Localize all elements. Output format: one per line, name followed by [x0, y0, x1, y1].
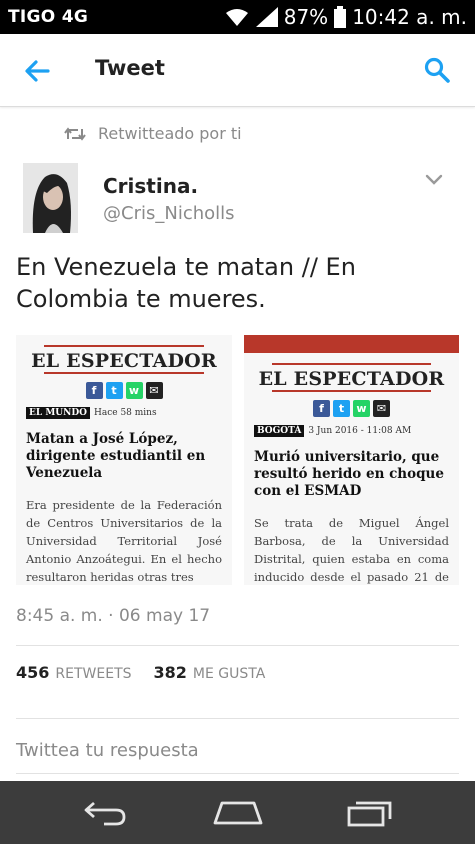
- home-nav-icon[interactable]: [212, 799, 264, 827]
- status-right: 87% 10:42 a. m.: [224, 5, 467, 29]
- whatsapp-icon[interactable]: w: [353, 400, 370, 417]
- recents-nav-icon[interactable]: [347, 799, 393, 827]
- twitter-icon[interactable]: t: [333, 400, 350, 417]
- divider: [16, 718, 459, 719]
- battery-icon: [334, 6, 347, 28]
- article-meta: EL MUNDO Hace 58 mins: [26, 407, 232, 419]
- retweet-icon: [64, 126, 86, 141]
- engagement-counts: 456 RETWEETS 382 ME GUSTA: [16, 663, 265, 682]
- section-badge: EL MUNDO: [26, 407, 91, 419]
- masthead-rule: [44, 345, 204, 347]
- like-count[interactable]: 382: [154, 663, 187, 682]
- status-bar: TIGO 4G 87% 10:42 a. m.: [0, 0, 475, 34]
- app-bar: Tweet: [0, 34, 475, 107]
- carrier-label: TIGO 4G: [8, 7, 89, 27]
- battery-percent: 87%: [283, 5, 329, 29]
- facebook-icon[interactable]: f: [313, 400, 330, 417]
- signal-icon: [255, 7, 278, 27]
- article-headline: Matan a José López, dirigente estudianti…: [26, 431, 206, 481]
- reply-input[interactable]: Twittea tu respuesta: [16, 740, 199, 761]
- social-share: f t w ✉: [244, 400, 459, 417]
- back-arrow-icon[interactable]: [22, 56, 52, 86]
- email-icon[interactable]: ✉: [145, 382, 163, 399]
- page-title: Tweet: [95, 56, 165, 80]
- back-nav-icon[interactable]: [82, 799, 128, 827]
- article-time: Hace 58 mins: [94, 408, 157, 418]
- wifi-icon: [225, 9, 248, 26]
- article-summary: Era presidente de la Federación de Centr…: [26, 498, 222, 584]
- author-name[interactable]: Cristina.: [103, 174, 198, 198]
- masthead-rule: [272, 363, 431, 365]
- social-share: f t w ✉: [16, 382, 232, 399]
- news-card-mundo[interactable]: EL ESPECTADOR f t w ✉ EL MUNDO Hace 58 m…: [16, 335, 232, 585]
- red-strip: [244, 335, 459, 353]
- article-headline: Murió universitario, que resultó herido …: [254, 449, 444, 499]
- system-nav-bar: [0, 781, 475, 844]
- tweet-text: En Venezuela te matan // En Colombia te …: [16, 253, 356, 313]
- facebook-icon[interactable]: f: [85, 382, 103, 399]
- email-icon[interactable]: ✉: [373, 400, 390, 417]
- like-count-label[interactable]: ME GUSTA: [193, 666, 265, 682]
- retweet-count-label[interactable]: RETWEETS: [55, 666, 131, 682]
- masthead-rule: [44, 372, 204, 374]
- avatar-image: [23, 163, 78, 233]
- clock: 10:42 a. m.: [352, 5, 467, 29]
- retweet-context: Retwitteado por ti: [64, 124, 242, 143]
- retweet-label: Retwitteado por ti: [98, 124, 242, 143]
- masthead-rule: [272, 390, 431, 392]
- article-meta: BOGOTÁ 3 Jun 2016 - 11:08 AM: [254, 425, 459, 437]
- search-icon[interactable]: [423, 56, 451, 84]
- masthead: EL ESPECTADOR: [31, 350, 217, 372]
- avatar[interactable]: [23, 163, 78, 233]
- tweet-timestamp: 8:45 a. m. · 06 may 17: [16, 606, 211, 626]
- whatsapp-icon[interactable]: w: [125, 382, 143, 399]
- article-summary: Se trata de Miguel Ángel Barbosa, de la …: [254, 516, 449, 584]
- section-badge: BOGOTÁ: [254, 425, 305, 437]
- author-handle[interactable]: @Cris_Nicholls: [103, 203, 235, 224]
- retweet-count[interactable]: 456: [16, 663, 49, 682]
- divider: [16, 645, 459, 646]
- article-time: 3 Jun 2016 - 11:08 AM: [308, 426, 412, 436]
- chevron-down-icon[interactable]: [425, 174, 443, 186]
- masthead: EL ESPECTADOR: [258, 368, 445, 390]
- news-card-bogota[interactable]: EL ESPECTADOR f t w ✉ BOGOTÁ 3 Jun 2016 …: [244, 335, 459, 585]
- twitter-icon[interactable]: t: [105, 382, 123, 399]
- divider: [16, 773, 459, 774]
